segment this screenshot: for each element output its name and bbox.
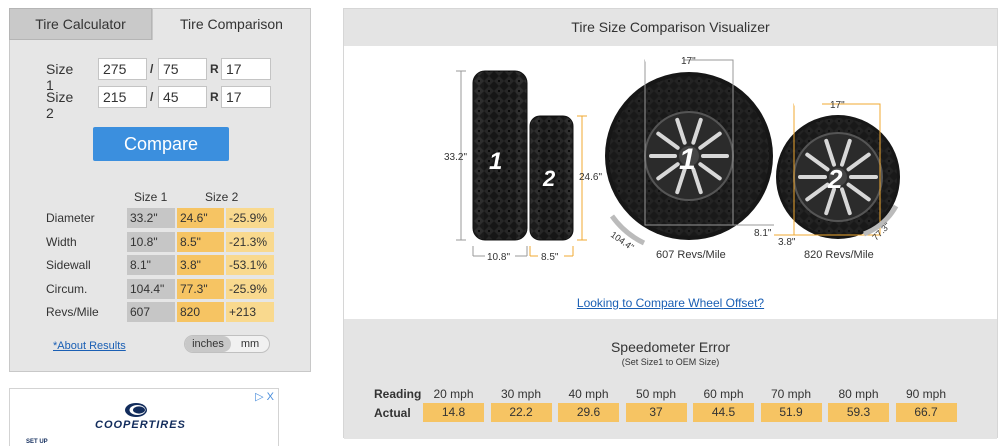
- tab-tire-calculator[interactable]: Tire Calculator: [9, 8, 152, 40]
- difference-value: +213: [226, 302, 274, 322]
- size2-ratio-input[interactable]: [158, 86, 207, 108]
- reading-value: 80 mph: [838, 387, 879, 401]
- visualizer-panel: Tire Size Comparison Visualizer 1 33.2" …: [343, 8, 998, 439]
- tire1-diameter-label: 33.2": [444, 152, 467, 163]
- results-row-label: Width: [46, 234, 77, 249]
- speedometer-subtitle: (Set Size1 to OEM Size): [621, 357, 720, 367]
- ad-close-icon[interactable]: ▷ X: [255, 390, 274, 403]
- speedometer-error-section: Speedometer Error (Set Size1 to OEM Size…: [344, 319, 997, 439]
- unit-inches-option[interactable]: inches: [185, 336, 231, 352]
- size2-width-input[interactable]: [98, 86, 147, 108]
- size1-value: 10.8": [127, 231, 175, 252]
- size1-width-input[interactable]: [98, 58, 147, 80]
- tab-bar: Tire Calculator Tire Comparison: [9, 8, 311, 40]
- size2-value: 24.6": [177, 208, 224, 228]
- results-row: Revs/Mile 607 820 +213: [46, 302, 276, 322]
- actual-value: 22.2: [490, 403, 552, 422]
- actual-value: 29.6: [558, 403, 619, 422]
- tire1-front-number: 1: [679, 143, 696, 176]
- size1-rim-input[interactable]: [221, 58, 271, 80]
- tire1-side-number: 1: [489, 148, 502, 175]
- actual-value: 59.3: [828, 403, 889, 422]
- results-row: Circum. 104.4" 77.3" -25.9%: [46, 278, 276, 299]
- size1-value: 33.2": [127, 208, 175, 228]
- ad-brand-text: COOPERTIRES: [95, 419, 186, 431]
- speedometer-title: Speedometer Error: [610, 339, 731, 355]
- size2-label: Size 2: [46, 89, 74, 121]
- unit-toggle[interactable]: inches mm: [184, 335, 270, 353]
- size2-value: 8.5": [177, 231, 224, 252]
- cooper-logo-icon: [125, 403, 147, 417]
- tire2-revs-label: 820 Revs/Mile: [804, 249, 874, 261]
- difference-value: -25.9%: [226, 278, 274, 299]
- results-row: Diameter 33.2" 24.6" -25.9%: [46, 208, 276, 228]
- results-row-label: Sidewall: [46, 258, 91, 272]
- size2-slash: /: [150, 90, 154, 104]
- tire2-sidewall-label: 3.8": [778, 237, 796, 248]
- size2-value: 77.3": [177, 278, 224, 299]
- size1-ratio-input[interactable]: [158, 58, 207, 80]
- size2-value: 820: [177, 302, 224, 322]
- reading-value: 40 mph: [568, 387, 609, 401]
- reading-value: 60 mph: [703, 387, 744, 401]
- tire2-front-number: 2: [827, 164, 843, 194]
- actual-value: 37: [625, 403, 687, 422]
- size2-rim-input[interactable]: [221, 86, 271, 108]
- results-row-label: Diameter: [46, 211, 95, 225]
- size1-value: 104.4": [127, 278, 175, 299]
- results-row: Width 10.8" 8.5" -21.3%: [46, 231, 276, 252]
- difference-value: -25.9%: [226, 208, 274, 228]
- unit-mm-option[interactable]: mm: [231, 336, 269, 352]
- size1-slash: /: [150, 62, 154, 76]
- size2-r: R: [210, 90, 219, 104]
- tire1-side-view: 1 33.2" 10.8": [444, 70, 528, 263]
- size2-value: 3.8": [177, 255, 224, 275]
- results-row: Sidewall 8.1" 3.8" -53.1%: [46, 255, 276, 275]
- reading-value: 30 mph: [500, 387, 542, 401]
- tire2-diameter-label: 24.6": [579, 172, 602, 183]
- size1-value: 8.1": [127, 255, 175, 275]
- tire-visualization: 1 33.2" 10.8" 2 24.6" 8.5" 1 17" 8.1" 10…: [444, 56, 900, 263]
- actual-value: 66.7: [895, 403, 957, 422]
- reading-label: Reading: [374, 387, 422, 401]
- tire1-sidewall-label: 8.1": [754, 228, 772, 239]
- tire2-width-label: 8.5": [541, 252, 559, 263]
- wheel-offset-link[interactable]: Looking to Compare Wheel Offset?: [344, 296, 997, 310]
- reading-value: 50 mph: [635, 387, 677, 401]
- results-size1-header: Size 1: [134, 190, 168, 204]
- tire2-side-view: 2 24.6" 8.5": [529, 115, 602, 263]
- actual-value: 44.5: [693, 403, 754, 422]
- results-row-label: Revs/Mile: [46, 305, 99, 319]
- tire2-side-number: 2: [542, 166, 556, 191]
- advertisement[interactable]: ▷ X COOPERTIRES SET UP: [9, 388, 279, 446]
- tire1-revs-label: 607 Revs/Mile: [656, 249, 726, 261]
- tire-calculator-panel: Tire Calculator Tire Comparison Size 1 /…: [9, 8, 311, 372]
- actual-label: Actual: [374, 406, 411, 420]
- difference-value: -53.1%: [226, 255, 274, 275]
- reading-value: 70 mph: [770, 387, 812, 401]
- compare-button[interactable]: Compare: [93, 127, 229, 161]
- reading-value: 20 mph: [433, 387, 474, 401]
- difference-value: -21.3%: [226, 231, 274, 252]
- results-row-label: Circum.: [46, 281, 88, 296]
- tab-tire-comparison[interactable]: Tire Comparison: [152, 8, 311, 40]
- results-size2-header: Size 2: [205, 190, 239, 204]
- visualizer-title: Tire Size Comparison Visualizer: [344, 9, 997, 46]
- tire1-rim-label: 17": [681, 56, 696, 67]
- tire2-rim-label: 17": [830, 100, 845, 111]
- actual-value: 51.9: [760, 403, 822, 422]
- about-results-link[interactable]: *About Results: [53, 340, 126, 352]
- actual-value: 14.8: [423, 403, 484, 422]
- tire1-front-view: 1 17" 8.1" 104.4" 607 Revs/Mile: [605, 56, 774, 261]
- size1-value: 607: [127, 302, 175, 322]
- tire1-width-label: 10.8": [487, 252, 510, 263]
- reading-value: 90 mph: [905, 387, 947, 401]
- tire2-front-view: 2 17" 3.8" 77.3" 820 Revs/Mile: [774, 100, 900, 261]
- ad-tagline: SET UP: [26, 439, 48, 445]
- size1-r: R: [210, 62, 219, 76]
